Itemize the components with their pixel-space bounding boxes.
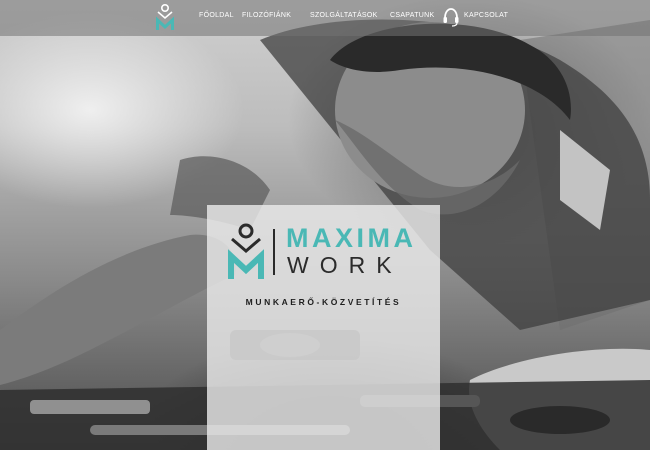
- maxima-logo-icon[interactable]: [155, 3, 175, 31]
- nav-item-team[interactable]: CSAPATUNK: [390, 12, 434, 19]
- headset-icon[interactable]: [442, 7, 460, 27]
- maxima-logo-icon: [228, 223, 264, 279]
- nav-item-home[interactable]: FŐOLDAL: [199, 12, 234, 19]
- brand-panel: MAXIMA WORK MUNKAERŐ-KÖZVETÍTÉS: [207, 205, 440, 450]
- brand-divider: [273, 229, 275, 275]
- brand-name-work: WORK: [287, 252, 403, 278]
- nav-item-philosophy[interactable]: FILOZÓFIÁNK: [242, 12, 291, 19]
- brand-name-maxima: MAXIMA: [286, 223, 417, 253]
- brand-tagline: MUNKAERŐ-KÖZVETÍTÉS: [245, 297, 402, 307]
- nav-item-services[interactable]: SZOLGÁLTATÁSOK: [310, 12, 378, 19]
- nav-item-contact[interactable]: KAPCSOLAT: [464, 12, 508, 19]
- top-nav-bar: FŐOLDAL FILOZÓFIÁNK SZOLGÁLTATÁSOK CSAPA…: [0, 0, 650, 36]
